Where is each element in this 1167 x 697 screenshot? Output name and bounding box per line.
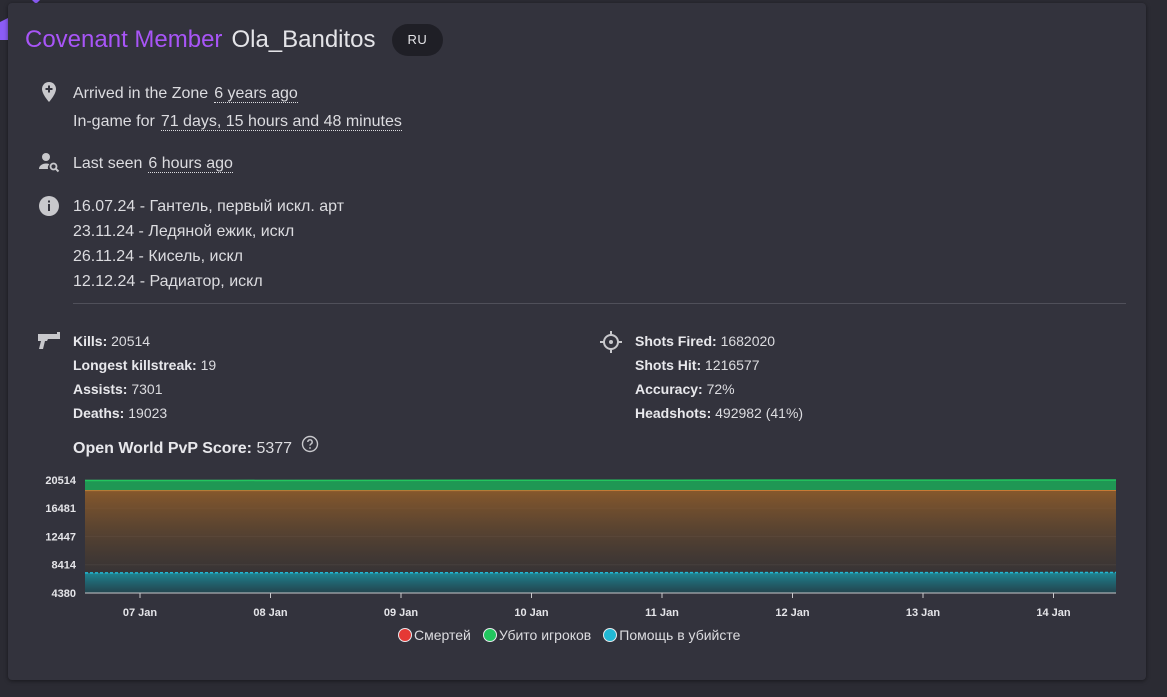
x-tick-label: 11 Jan [645, 607, 679, 619]
deaths-area [85, 490, 1116, 573]
legend-label: Смертей [414, 627, 471, 643]
legend-label: Помощь в убийсте [619, 627, 741, 643]
chart-legend: Смертей Убито игроков Помощь в убийсте [398, 625, 752, 645]
kills-deaths-assists-chart: 20514 16481 12447 8414 4380 07 Jan 08 Jan 09 Ja… [45, 475, 1117, 619]
legend-item[interactable]: Убито игроков [482, 627, 592, 643]
x-tick-label: 10 Jan [514, 607, 549, 619]
x-tick-label: 12 Jan [775, 607, 810, 619]
player-card: Covenant Member Ola_Banditos RU Arrived … [8, 3, 1146, 680]
y-tick-label: 8414 [52, 560, 77, 572]
assists-area [85, 572, 1116, 593]
legend-swatch [603, 628, 618, 642]
y-tick-label: 20514 [45, 475, 76, 487]
x-tick-label: 09 Jan [384, 607, 419, 619]
y-tick-label: 16481 [45, 503, 76, 515]
x-tick-label: 08 Jan [253, 607, 288, 619]
legend-swatch [398, 628, 412, 642]
x-tick-label: 14 Jan [1036, 607, 1071, 619]
x-tick-label: 13 Jan [906, 607, 941, 619]
legend-item[interactable]: Смертей [398, 627, 471, 643]
legend-item[interactable]: Помощь в убийсте [603, 627, 740, 643]
kills-area [85, 480, 1116, 491]
legend-swatch [482, 628, 497, 642]
kills-line [84, 479, 1117, 482]
y-tick-label: 12447 [45, 532, 76, 544]
x-tick-label: 07 Jan [123, 607, 158, 619]
legend-label: Убито игроков [498, 627, 592, 643]
y-tick-label: 4380 [52, 588, 76, 600]
